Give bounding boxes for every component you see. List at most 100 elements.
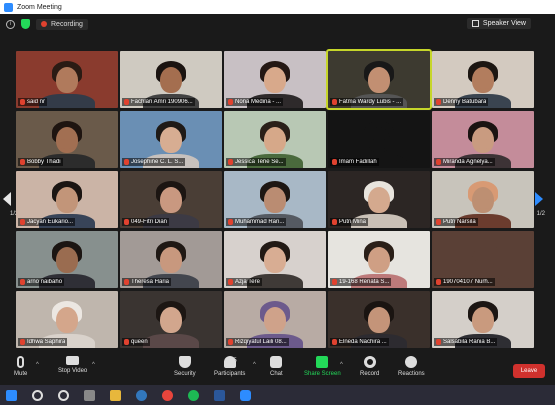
muted-microphone-icon	[20, 219, 25, 225]
share-options-caret-icon[interactable]: ^	[340, 362, 343, 368]
recording-indicator[interactable]: Recording	[36, 18, 88, 30]
participant-name-tag: Fachlan Amri 190906...	[122, 98, 195, 106]
participant-tile[interactable]: 049-Fitri Dian	[120, 171, 222, 228]
participant-video-hand	[162, 259, 180, 269]
participant-name-tag: 190704107 Nurh...	[434, 278, 495, 286]
participant-video-hand	[370, 259, 388, 269]
participant-tile[interactable]: Denny Batubara	[432, 51, 534, 108]
participant-tile[interactable]: Idhwa Saphira	[16, 291, 118, 348]
windows-start-icon[interactable]	[6, 389, 17, 401]
spotify-icon[interactable]	[188, 389, 199, 401]
participant-tile[interactable]: 19-168 Renata S...	[328, 231, 430, 288]
participant-video-hand	[474, 139, 492, 149]
encryption-shield-icon[interactable]	[21, 19, 30, 29]
record-button[interactable]: Record	[360, 356, 379, 377]
zoom-logo-icon	[4, 2, 13, 12]
participant-name-tag: Josephine C. L. S...	[122, 158, 186, 166]
participant-tile[interactable]: Theresa Haria	[120, 231, 222, 288]
participant-tile[interactable]: Muhammad Ran...	[224, 171, 326, 228]
cortana-icon[interactable]	[58, 389, 69, 401]
participant-name: Miranda Agnelya...	[443, 159, 493, 165]
meeting-toolbar: Mute ^ Stop Video ^ Security 35 Particip…	[0, 353, 555, 385]
reactions-button[interactable]: Reactions	[398, 356, 425, 377]
participant-name: Rizqiyatul Laili 08...	[235, 339, 287, 345]
participant-name: Jessica Tene Se...	[235, 159, 284, 165]
participants-caret-icon[interactable]: ^	[253, 362, 256, 368]
participant-tile[interactable]: Azja Tere	[224, 231, 326, 288]
participant-tile[interactable]: 190704107 Nurh...	[432, 231, 534, 288]
zoom-app-icon[interactable]	[240, 389, 251, 401]
participant-tile[interactable]: Nona Medina - ...	[224, 51, 326, 108]
participant-name-tag: Jacyan Eukario...	[18, 218, 76, 226]
stop-video-button[interactable]: Stop Video	[58, 356, 87, 374]
muted-microphone-icon	[20, 339, 25, 345]
participant-name-tag: Rizqiyatul Laili 08...	[226, 338, 289, 346]
participant-tile[interactable]: queen	[120, 291, 222, 348]
stop-video-label: Stop Video	[58, 368, 88, 374]
participant-name: queen	[131, 339, 148, 345]
share-screen-button[interactable]: Share Screen	[304, 356, 341, 377]
reactions-label: Reactions	[398, 371, 425, 377]
info-icon[interactable]: i	[6, 19, 15, 29]
previous-page-arrow-icon[interactable]	[3, 192, 11, 206]
muted-microphone-icon	[436, 159, 441, 165]
muted-microphone-icon	[332, 219, 337, 225]
share-screen-label: Share Screen	[304, 371, 341, 377]
participant-tile[interactable]: Elneda Nachira ...	[328, 291, 430, 348]
participant-name-tag: Imam Fadillah	[330, 158, 379, 166]
participant-tile[interactable]: Fatma Wardy Lubis - ...	[326, 49, 432, 110]
record-label: Record	[360, 371, 380, 377]
audio-options-caret-icon[interactable]: ^	[36, 362, 39, 368]
security-shield-icon	[178, 356, 191, 368]
next-page-arrow-icon[interactable]	[535, 192, 543, 206]
participant-video-hand	[370, 79, 388, 89]
muted-microphone-icon	[436, 279, 441, 285]
participant-tile[interactable]: Salsabila Rania B...	[432, 291, 534, 348]
task-view-icon[interactable]	[84, 389, 95, 401]
participant-name: Putri Mina	[339, 219, 367, 225]
participant-tile[interactable]: Putri Mina	[328, 171, 430, 228]
participants-button[interactable]: 35 Participants	[214, 356, 245, 377]
recording-dot-icon	[41, 21, 47, 27]
participant-name: Muhammad Ran...	[235, 219, 285, 225]
participant-name-tag: Denny Batubara	[434, 98, 489, 106]
muted-microphone-icon	[124, 159, 129, 165]
windows-taskbar	[0, 385, 555, 405]
file-explorer-icon[interactable]	[110, 389, 121, 401]
participant-tile[interactable]: Josephine C. L. S...	[120, 111, 222, 168]
mute-button[interactable]: Mute	[14, 356, 27, 377]
reactions-smiley-icon	[405, 356, 418, 368]
participant-name: 190704107 Nurh...	[443, 279, 493, 285]
participant-tile[interactable]: said nr	[16, 51, 118, 108]
search-icon[interactable]	[32, 389, 43, 401]
participant-video-hand	[370, 199, 388, 209]
speaker-view-button[interactable]: Speaker View	[466, 18, 531, 29]
chrome-browser-icon[interactable]	[162, 389, 173, 401]
participant-name-tag: Elneda Nachira ...	[330, 338, 389, 346]
edge-browser-icon[interactable]	[136, 389, 147, 401]
participant-tile[interactable]: Jacyan Eukario...	[16, 171, 118, 228]
participant-tile[interactable]: Imam Fadillah	[328, 111, 430, 168]
word-icon[interactable]	[214, 389, 225, 401]
participant-tile[interactable]: Jessica Tene Se...	[224, 111, 326, 168]
participant-tile[interactable]: Rizqiyatul Laili 08...	[224, 291, 326, 348]
participant-tile[interactable]: Bobby Thadi	[16, 111, 118, 168]
participant-video-hand	[474, 79, 492, 89]
leave-button[interactable]: Leave	[513, 364, 545, 378]
muted-microphone-icon	[332, 339, 337, 345]
participant-tile[interactable]: Miranda Agnelya...	[432, 111, 534, 168]
participant-video-hand	[370, 139, 388, 149]
chat-button[interactable]: Chat	[270, 356, 283, 377]
participant-name: Fatma Wardy Lubis - ...	[339, 99, 402, 105]
participants-count: 35	[230, 358, 237, 364]
participant-tile[interactable]: Putri Narsila	[432, 171, 534, 228]
security-label: Security	[174, 371, 196, 377]
participant-tile[interactable]: Fachlan Amri 190906...	[120, 51, 222, 108]
security-button[interactable]: Security	[174, 356, 196, 377]
participant-name: Imam Fadillah	[339, 159, 377, 165]
participant-tile[interactable]: arno naibaho	[16, 231, 118, 288]
muted-microphone-icon	[332, 279, 337, 285]
video-options-caret-icon[interactable]: ^	[92, 362, 95, 368]
recording-label: Recording	[51, 20, 83, 28]
participant-video-hand	[266, 79, 284, 89]
